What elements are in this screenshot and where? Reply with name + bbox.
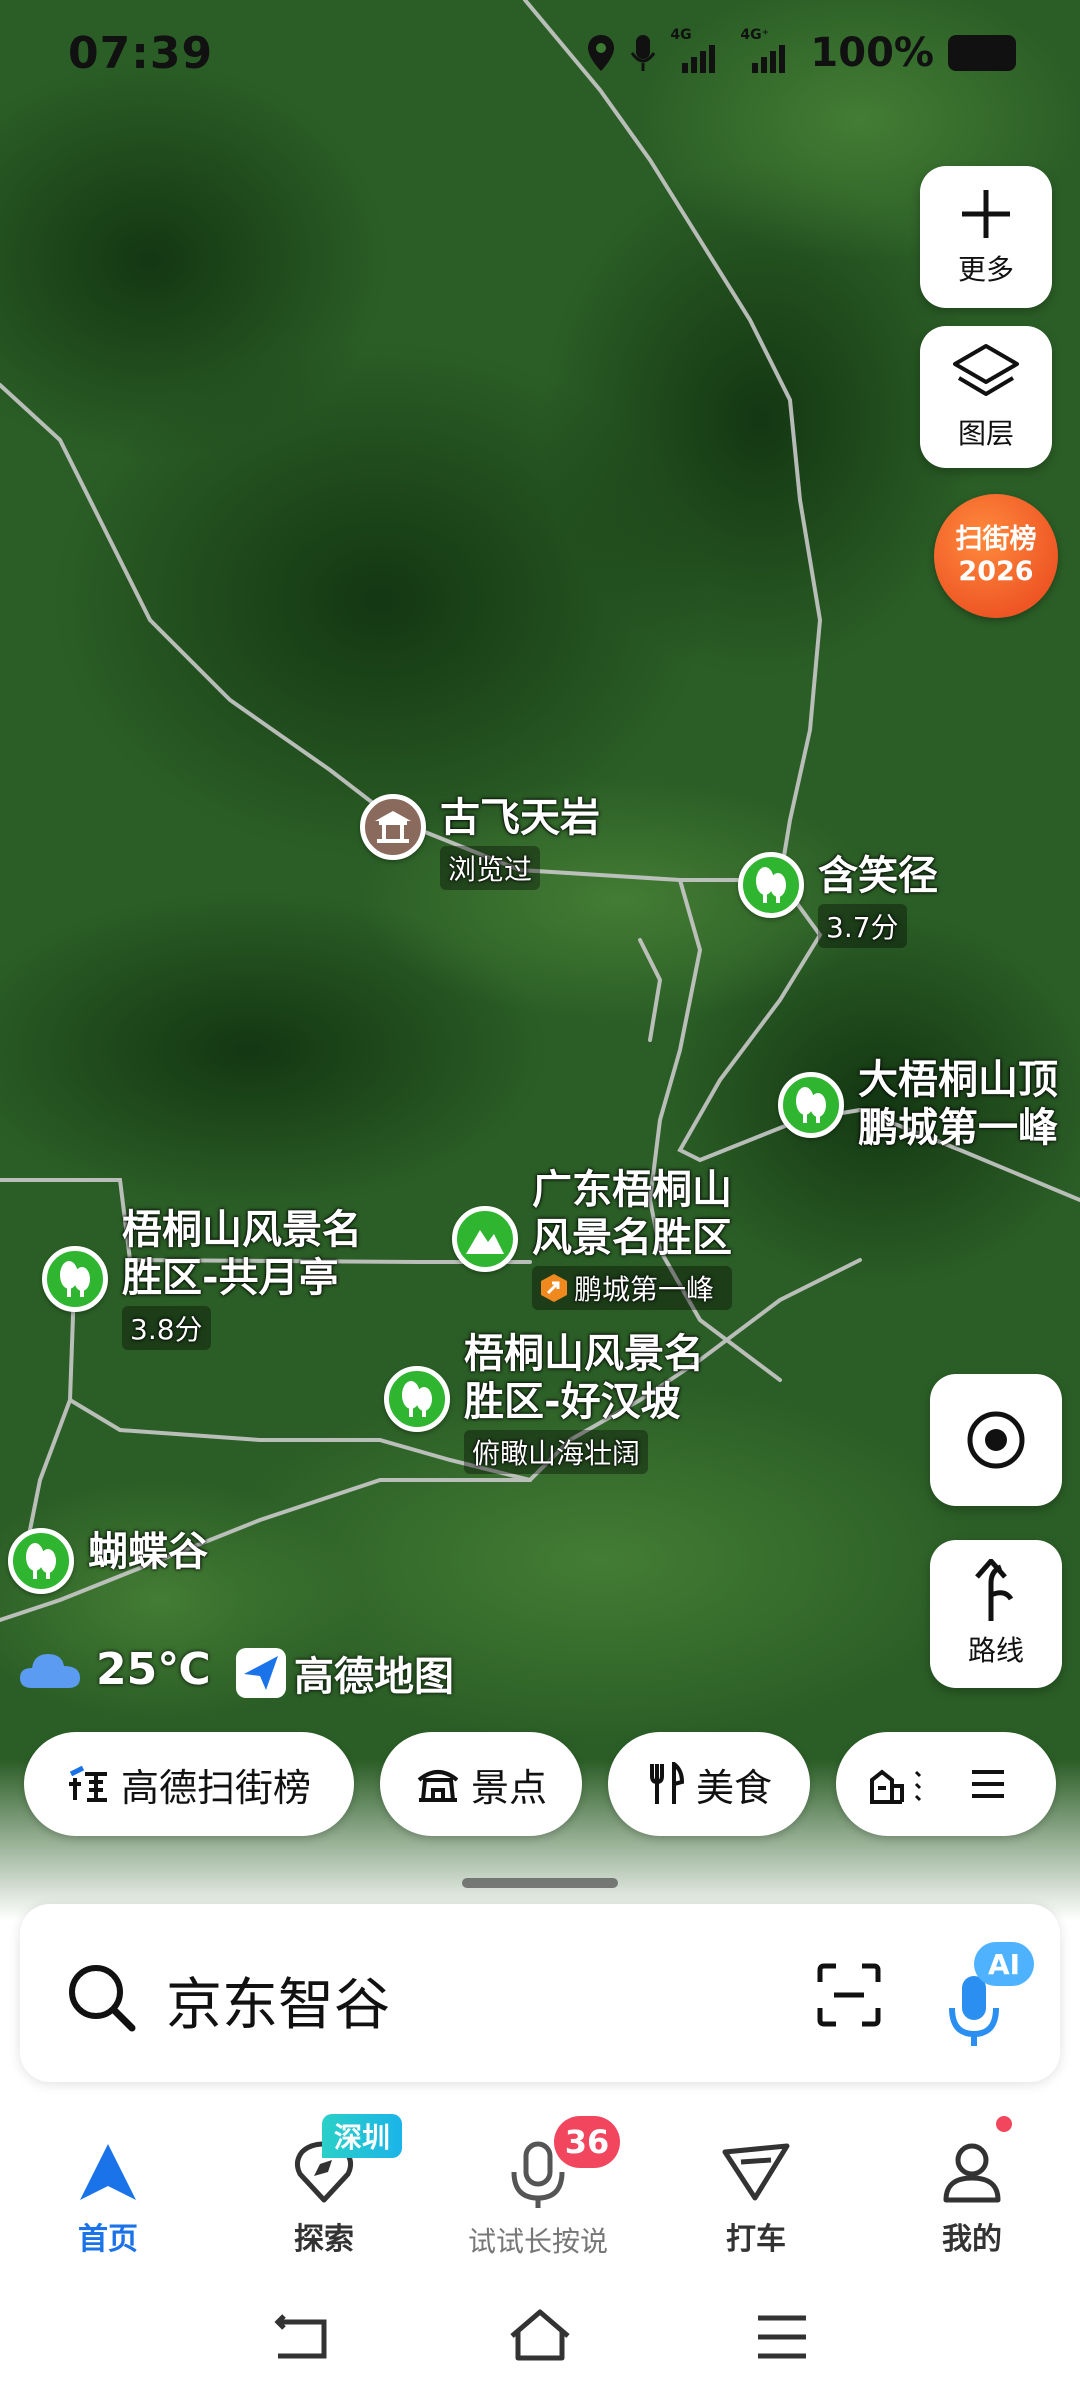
battery-percent: 100% bbox=[810, 30, 934, 76]
ranking-icon bbox=[68, 1765, 107, 1802]
user-icon bbox=[943, 2143, 1001, 2203]
poi-marker[interactable]: 古飞天岩 浏览过 bbox=[360, 794, 600, 890]
poi-marker[interactable]: 含笑径 3.7分 bbox=[738, 852, 938, 948]
poi-subtitle: 浏览过 bbox=[440, 846, 541, 890]
more-button[interactable]: 更多 bbox=[920, 166, 1052, 308]
cutlery-icon bbox=[649, 1762, 684, 1804]
chip-food[interactable]: 美食 bbox=[608, 1732, 810, 1836]
tab-profile[interactable]: 我的 bbox=[882, 2116, 1062, 2258]
mountain-icon bbox=[452, 1206, 518, 1272]
building-icon bbox=[870, 1769, 922, 1804]
plus-icon bbox=[962, 190, 1010, 238]
poi-name: 胜区-共月亭 bbox=[122, 1255, 339, 1301]
ranking-badge-year: 2026 bbox=[958, 556, 1034, 587]
drag-handle[interactable] bbox=[462, 1878, 618, 1888]
notification-badge: 36 bbox=[554, 2116, 620, 2168]
locate-icon bbox=[967, 1411, 1025, 1469]
layers-button[interactable]: 图层 bbox=[920, 326, 1052, 468]
back-icon[interactable] bbox=[270, 2312, 332, 2362]
poi-subtitle: 鹏城第一峰 bbox=[532, 1266, 732, 1310]
tab-label: 我的 bbox=[942, 2222, 1002, 2257]
more-label: 更多 bbox=[957, 253, 1014, 286]
amap-logo-icon bbox=[236, 1648, 286, 1698]
poi-name: 胜区-好汉坡 bbox=[464, 1379, 681, 1425]
poi-name: 古飞天岩 bbox=[440, 795, 600, 841]
microphone-status-icon bbox=[631, 35, 656, 71]
tab-explore[interactable]: 探索 深圳 bbox=[234, 2114, 414, 2258]
poi-name: 鹏城第一峰 bbox=[858, 1105, 1058, 1151]
brand-logo: 高德地图 bbox=[236, 1644, 454, 1702]
cloud-icon bbox=[20, 1653, 80, 1688]
poi-rating: 3.8分 bbox=[122, 1306, 211, 1350]
route-label: 路线 bbox=[967, 1634, 1024, 1667]
ranking-badge-label: 扫街榜 bbox=[955, 524, 1037, 555]
temperature: 25℃ bbox=[96, 1644, 211, 1695]
status-bar: 07:39 4G 4G⁺ 100% bbox=[0, 0, 1080, 110]
ai-voice-button[interactable]: AI bbox=[938, 1942, 1038, 2052]
tab-home[interactable]: 首页 bbox=[18, 2140, 198, 2258]
notification-dot bbox=[996, 2116, 1012, 2132]
ai-badge: AI bbox=[974, 1942, 1034, 1986]
tab-label: 探索 bbox=[294, 2222, 354, 2257]
layers-label: 图层 bbox=[957, 417, 1014, 450]
poi-name: 蝴蝶谷 bbox=[88, 1529, 208, 1575]
tab-label: 试试长按说 bbox=[467, 2225, 608, 2258]
hot-tag-icon bbox=[541, 1274, 567, 1302]
recent-apps-icon[interactable] bbox=[754, 2314, 810, 2360]
status-time: 07:39 bbox=[68, 28, 214, 79]
layers-icon bbox=[953, 344, 1019, 396]
city-badge: 深圳 bbox=[322, 2114, 403, 2158]
weather-widget[interactable]: 25℃ bbox=[18, 1644, 211, 1695]
chip-label: 景点 bbox=[470, 1765, 547, 1810]
search-input[interactable]: 京东智谷 bbox=[166, 1960, 390, 2041]
signal-icon: 4G bbox=[670, 27, 726, 73]
poi-subtitle: 俯瞰山海壮阔 bbox=[464, 1430, 649, 1474]
locate-button[interactable] bbox=[930, 1374, 1062, 1506]
chip-street-ranking[interactable]: 高德扫街榜 bbox=[24, 1732, 354, 1836]
navigation-arrow-icon bbox=[80, 2144, 136, 2200]
route-button[interactable]: 路线 bbox=[930, 1540, 1062, 1688]
poi-name: 梧桐山风景名 bbox=[464, 1331, 704, 1377]
poi-marker[interactable]: 梧桐山风景名 胜区-共月亭 3.8分 bbox=[42, 1206, 362, 1350]
poi-name: 广东梧桐山 bbox=[532, 1167, 732, 1213]
poi-marker[interactable]: 广东梧桐山 风景名胜区 鹏城第一峰 bbox=[452, 1166, 732, 1310]
voice-assistant-button[interactable]: 试试长按说 36 bbox=[448, 2116, 628, 2260]
search-icon bbox=[69, 1965, 136, 2032]
poi-marker[interactable]: 梧桐山风景名 胜区-好汉坡 俯瞰山海壮阔 bbox=[384, 1330, 704, 1474]
street-ranking-badge[interactable]: 扫街榜 2026 bbox=[934, 494, 1058, 618]
location-icon bbox=[588, 35, 615, 71]
chip-label: 美食 bbox=[695, 1765, 772, 1810]
tree-icon bbox=[738, 852, 804, 918]
poi-name: 风景名胜区 bbox=[532, 1215, 732, 1261]
pavilion-icon bbox=[360, 794, 426, 860]
poi-marker[interactable]: 蝴蝶谷 bbox=[8, 1528, 208, 1594]
tree-icon bbox=[778, 1072, 844, 1138]
poi-marker[interactable]: 大梧桐山顶 鹏城第一峰 bbox=[778, 1056, 1058, 1152]
poi-name: 含笑径 bbox=[818, 853, 938, 899]
system-nav-bar bbox=[0, 2256, 1080, 2400]
route-icon bbox=[975, 1559, 1014, 1621]
battery-icon bbox=[948, 35, 1016, 71]
chip-scenic-spots[interactable]: 景点 bbox=[380, 1732, 582, 1836]
taxi-icon bbox=[722, 2143, 790, 2201]
scan-icon[interactable] bbox=[816, 1962, 882, 2028]
brand-name: 高德地图 bbox=[294, 1654, 454, 1700]
poi-name: 大梧桐山顶 bbox=[858, 1057, 1058, 1103]
tab-taxi[interactable]: 打车 bbox=[666, 2140, 846, 2258]
tree-icon bbox=[42, 1246, 108, 1312]
signal-icon: 4G⁺ bbox=[740, 27, 796, 73]
tab-label: 打车 bbox=[726, 2222, 786, 2257]
tab-label: 首页 bbox=[78, 2222, 138, 2257]
poi-rating: 3.7分 bbox=[818, 904, 907, 948]
chip-more-categories[interactable] bbox=[836, 1732, 1056, 1836]
home-icon[interactable] bbox=[506, 2306, 574, 2364]
satellite-map[interactable] bbox=[0, 0, 1080, 1920]
search-box[interactable]: 京东智谷 AI bbox=[20, 1904, 1060, 2082]
chip-label: 高德扫街榜 bbox=[120, 1765, 311, 1810]
landmark-icon bbox=[417, 1770, 459, 1802]
poi-name: 梧桐山风景名 bbox=[122, 1207, 362, 1253]
tree-icon bbox=[8, 1528, 74, 1594]
tree-icon bbox=[384, 1366, 450, 1432]
menu-icon bbox=[972, 1770, 1004, 1798]
